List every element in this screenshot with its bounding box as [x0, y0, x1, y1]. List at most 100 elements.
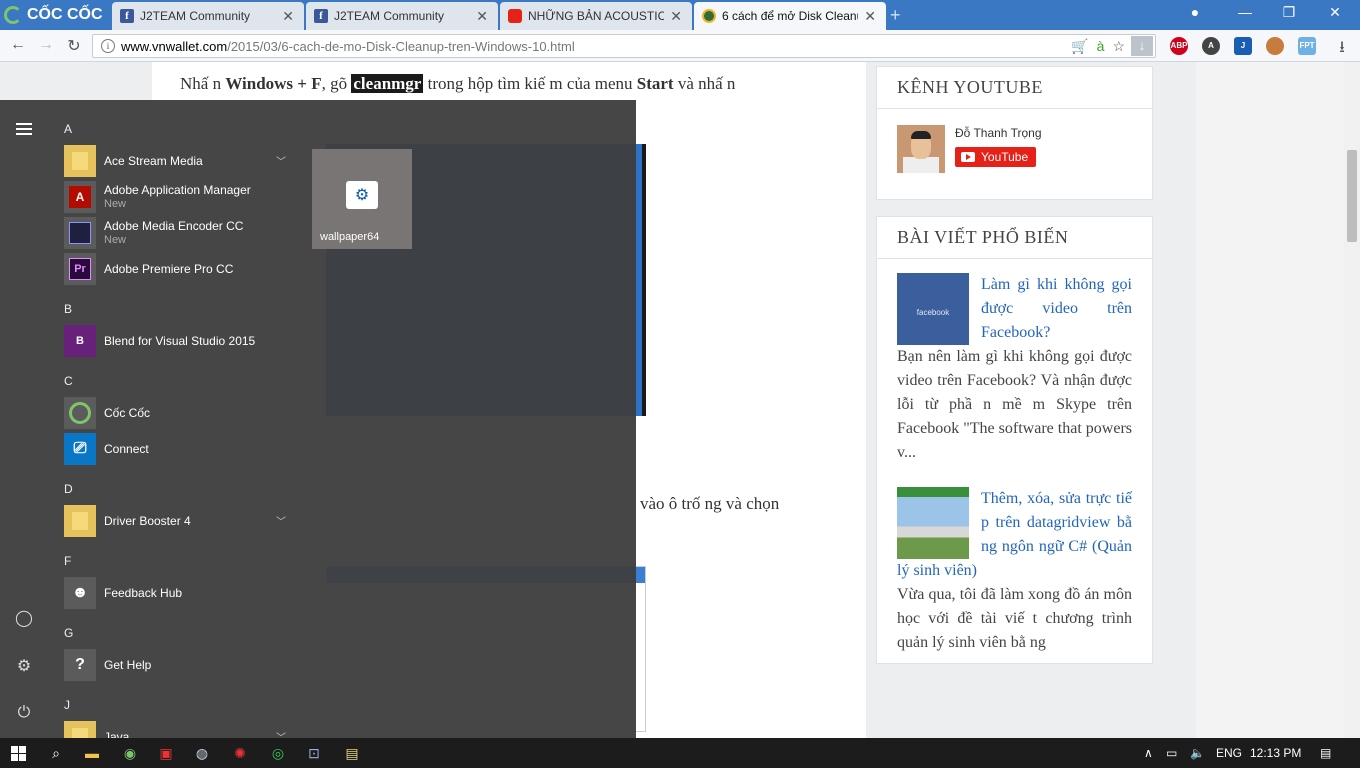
- close-icon[interactable]: ✕: [670, 8, 682, 25]
- letter-header-c[interactable]: C: [64, 374, 73, 388]
- reload-icon[interactable]: ↻: [64, 36, 84, 56]
- tab-j2team-1[interactable]: f J2TEAM Community ✕: [112, 2, 304, 30]
- minimize-icon[interactable]: —: [1230, 4, 1260, 20]
- url-text[interactable]: www.vnwallet.com/2015/03/6-cach-de-mo-Di…: [121, 39, 1063, 54]
- green-ring-icon[interactable]: ◎: [260, 738, 296, 768]
- chevron-down-icon[interactable]: ﹀: [276, 513, 286, 528]
- downloads-icon[interactable]: ⭳: [1332, 36, 1352, 63]
- file-explorer-icon[interactable]: ▬: [74, 738, 110, 768]
- address-bar[interactable]: i www.vnwallet.com/2015/03/6-cach-de-mo-…: [92, 34, 1156, 58]
- tab-title: 6 cách để mở Disk Cleanup: [722, 9, 859, 23]
- close-icon[interactable]: ✕: [282, 8, 294, 25]
- language-indicator[interactable]: ENG: [1216, 746, 1242, 760]
- windows-start-button[interactable]: [0, 738, 36, 768]
- adblock-plus-icon[interactable]: ABP: [1170, 37, 1188, 55]
- extension-a-icon[interactable]: A: [1202, 37, 1220, 55]
- coccoc-taskbar-icon[interactable]: ◉: [112, 738, 148, 768]
- letter-header-g[interactable]: G: [64, 626, 73, 640]
- user-account-icon[interactable]: ◯: [14, 608, 34, 628]
- search-icon[interactable]: ⌕: [38, 738, 74, 768]
- translate-icon[interactable]: à: [1097, 38, 1105, 54]
- settings-red-icon[interactable]: ✺: [222, 738, 258, 768]
- clock[interactable]: 12:13 PM: [1250, 746, 1301, 760]
- popular-posts-widget: BÀI VIẾT PHỔ BIẾN facebook Làm gì khi kh…: [876, 216, 1153, 664]
- chevron-up-icon[interactable]: ∧: [1144, 746, 1153, 760]
- post-thumbnail[interactable]: [897, 487, 969, 559]
- youtube-subscribe-button[interactable]: YouTube: [955, 147, 1037, 167]
- app-name: Adobe Application Manager: [104, 183, 251, 197]
- start-menu: ◯ ⚙ ⏻ A Ace Stream Media ﹀ A Adobe Appli…: [0, 100, 636, 738]
- app-get-help[interactable]: ? Get Help: [64, 649, 294, 681]
- app-adobe-media-encoder[interactable]: Adobe Media Encoder CC New: [64, 217, 294, 249]
- close-icon[interactable]: ✕: [476, 8, 488, 25]
- article-paragraph-2: vào ô trố ng và chọn: [640, 494, 780, 513]
- app-label: Feedback Hub: [104, 586, 183, 600]
- network-icon[interactable]: ▭: [1166, 746, 1177, 760]
- scrollbar-thumb[interactable]: [1347, 150, 1357, 242]
- close-icon[interactable]: ✕: [864, 8, 876, 25]
- fpt-icon[interactable]: FPT: [1298, 37, 1316, 55]
- bookmark-star-icon[interactable]: ☆: [1112, 38, 1125, 55]
- red-app-icon[interactable]: ▣: [148, 738, 184, 768]
- app-name: Adobe Media Encoder CC: [104, 219, 244, 233]
- app-java[interactable]: Java ﹀: [64, 721, 294, 738]
- tab-youtube[interactable]: NHỮNG BẢN ACOUSTIC ✕: [500, 2, 692, 30]
- user-icon[interactable]: ●: [1180, 4, 1210, 20]
- post-thumbnail[interactable]: facebook: [897, 273, 969, 345]
- steam-icon[interactable]: ◍: [184, 738, 220, 768]
- wallpaper-settings-icon: ⚙: [346, 181, 378, 209]
- chevron-down-icon[interactable]: ﹀: [276, 153, 286, 168]
- tab-disk-cleanup[interactable]: 6 cách để mở Disk Cleanup ✕: [694, 2, 886, 30]
- app-ace-stream-media[interactable]: Ace Stream Media ﹀: [64, 145, 294, 177]
- app-new-badge: New: [104, 234, 127, 246]
- youtube-button-label: YouTube: [981, 150, 1029, 164]
- tile-label: wallpaper64: [320, 231, 380, 243]
- app-connect[interactable]: ⎚ Connect: [64, 433, 294, 465]
- app-label: Blend for Visual Studio 2015: [104, 334, 256, 348]
- help-icon: ?: [64, 649, 96, 681]
- app-driver-booster[interactable]: Driver Booster 4 ﹀: [64, 505, 294, 537]
- app-blend-visual-studio[interactable]: B Blend for Visual Studio 2015: [64, 325, 294, 357]
- app-label: Connect: [104, 442, 149, 456]
- monkey-icon[interactable]: [1266, 37, 1284, 55]
- app-adobe-application-manager[interactable]: A Adobe Application Manager New: [64, 181, 294, 213]
- post-title-link[interactable]: Làm gì khi không gọi được video trên Fac…: [981, 276, 1132, 341]
- volume-icon[interactable]: 🔈: [1190, 746, 1205, 760]
- j2team-icon[interactable]: J: [1234, 37, 1252, 55]
- wallpaper64-tile[interactable]: ⚙ wallpaper64: [312, 149, 412, 249]
- app-coc-coc[interactable]: Cốc Cốc: [64, 397, 294, 429]
- coccoc-logo-icon: [4, 6, 22, 24]
- settings-gear-icon[interactable]: ⚙: [14, 656, 34, 676]
- info-icon[interactable]: i: [101, 39, 115, 53]
- action-center-icon[interactable]: ▤: [1320, 746, 1331, 760]
- letter-header-f[interactable]: F: [64, 554, 71, 568]
- scrollbar[interactable]: [1344, 62, 1360, 738]
- article-paragraph: Nhấ n Windows + F, gõ cleanmgr trong hộp…: [180, 72, 800, 96]
- app-adobe-premiere-pro[interactable]: Pr Adobe Premiere Pro CC: [64, 253, 294, 285]
- hamburger-menu-icon[interactable]: [14, 120, 34, 140]
- app-feedback-hub[interactable]: ☻ Feedback Hub: [64, 577, 294, 609]
- text-run: và nhấ n: [673, 74, 736, 93]
- new-tab-icon[interactable]: +: [890, 5, 901, 26]
- shopping-cart-icon[interactable]: 🛒: [1071, 38, 1088, 55]
- channel-avatar[interactable]: [897, 125, 945, 173]
- savior-download-icon[interactable]: ↓: [1131, 36, 1153, 56]
- letter-header-d[interactable]: D: [64, 482, 73, 496]
- network-app-icon[interactable]: ⊡: [296, 738, 332, 768]
- letter-header-j[interactable]: J: [64, 698, 70, 712]
- forward-icon[interactable]: →: [36, 36, 56, 54]
- power-icon[interactable]: ⏻: [14, 704, 34, 724]
- chevron-down-icon[interactable]: ﹀: [276, 729, 286, 738]
- folder-app-icon[interactable]: ▤: [334, 738, 370, 768]
- channel-name[interactable]: Đỗ Thanh Trọng: [955, 126, 1042, 140]
- letter-header-b[interactable]: B: [64, 302, 72, 316]
- tab-j2team-2[interactable]: f J2TEAM Community ✕: [306, 2, 498, 30]
- coccoc-logo[interactable]: CỐC CỐC: [4, 5, 103, 25]
- widget-heading: KÊNH YOUTUBE: [877, 67, 1152, 109]
- back-icon[interactable]: ←: [8, 36, 28, 54]
- text-run: trong hộp tìm kiế m của menu: [423, 74, 637, 93]
- folder-icon: [64, 505, 96, 537]
- letter-header-a[interactable]: A: [64, 122, 72, 136]
- close-window-icon[interactable]: ✕: [1320, 4, 1350, 21]
- restore-icon[interactable]: ❐: [1274, 4, 1304, 21]
